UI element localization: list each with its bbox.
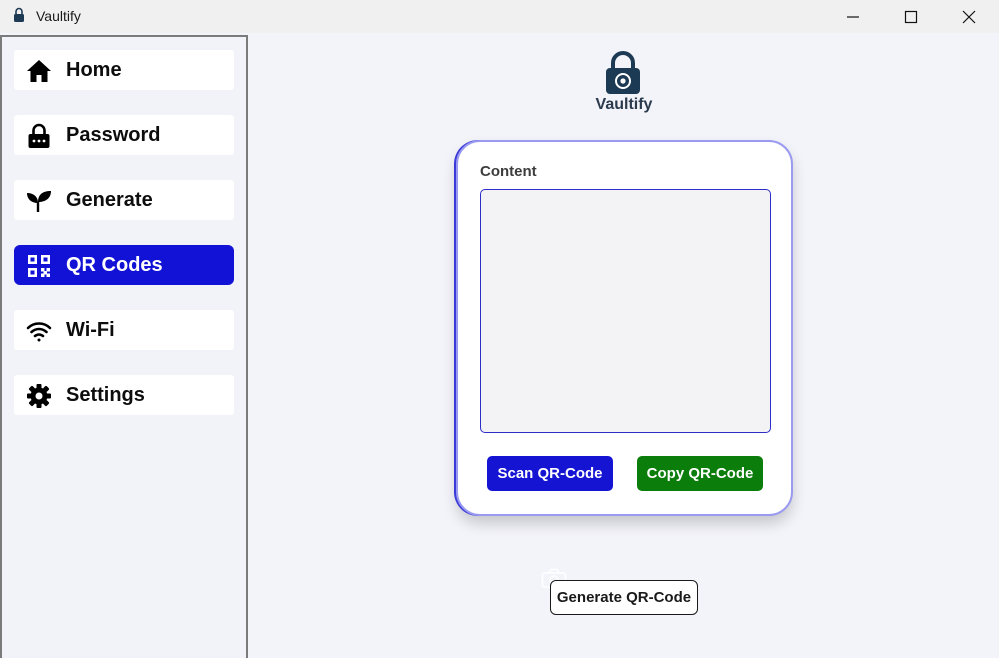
sidebar-item-settings[interactable]: Settings <box>14 375 234 415</box>
sidebar-item-wifi[interactable]: Wi-Fi <box>14 310 234 350</box>
sidebar-item-label: QR Codes <box>66 254 163 276</box>
wifi-icon <box>26 318 52 344</box>
logo-text: Vaultify <box>595 96 653 113</box>
minimize-icon <box>847 15 859 18</box>
lock-icon <box>26 123 52 149</box>
scan-qr-code-button[interactable]: Scan QR-Code <box>487 456 613 491</box>
content-textarea[interactable] <box>480 189 771 433</box>
generate-qr-code-button[interactable]: Generate QR-Code <box>550 580 698 615</box>
content-label: Content <box>480 163 537 180</box>
sidebar-item-password[interactable]: Password <box>14 115 234 155</box>
sidebar-item-label: Home <box>66 59 122 81</box>
gear-icon <box>26 383 52 409</box>
maximize-button[interactable] <box>882 0 940 33</box>
sidebar-item-label: Settings <box>66 384 145 406</box>
sprout-icon <box>26 188 52 214</box>
close-icon <box>962 10 976 23</box>
close-button[interactable] <box>940 0 998 33</box>
sidebar-item-home[interactable]: Home <box>14 50 234 90</box>
lock-logo-icon <box>606 51 640 94</box>
qr-code-icon <box>26 253 52 279</box>
home-icon <box>26 58 52 84</box>
copy-qr-code-button[interactable]: Copy QR-Code <box>637 456 763 491</box>
sidebar-item-label: Wi-Fi <box>66 319 115 341</box>
title-bar: Vaultify <box>0 0 999 33</box>
app-icon <box>14 7 24 22</box>
sidebar-item-label: Generate <box>66 189 153 211</box>
minimize-button[interactable] <box>824 0 882 33</box>
qr-content-card: Content Scan QR-Code Copy QR-Code <box>456 140 793 516</box>
sidebar-item-qr-codes[interactable]: QR Codes <box>14 245 234 285</box>
window-title: Vaultify <box>36 8 81 24</box>
maximize-icon <box>904 10 918 23</box>
sidebar-item-generate[interactable]: Generate <box>14 180 234 220</box>
sidebar: Home Password Generate QR Codes Wi-Fi Se… <box>0 35 248 658</box>
sidebar-item-label: Password <box>66 124 161 146</box>
